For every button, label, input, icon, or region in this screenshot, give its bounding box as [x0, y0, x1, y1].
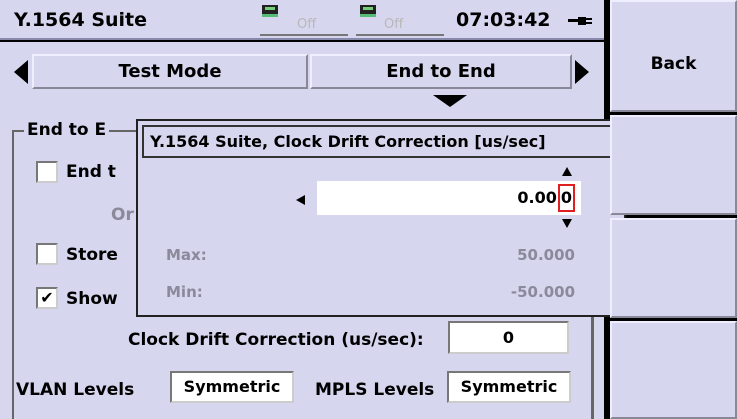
dialog-title: Y.1564 Suite, Clock Drift Correction [us… — [142, 125, 622, 158]
power-plug-icon — [568, 17, 594, 25]
store-label: Store — [66, 245, 118, 265]
softkey-2[interactable] — [610, 115, 737, 215]
test-mode-row: Test Mode End to End — [0, 42, 604, 112]
end-to-end-label: End t — [66, 162, 116, 182]
min-value: -50.000 — [510, 283, 575, 301]
value-text: 0.00 — [517, 188, 557, 207]
port2-status: Off — [384, 17, 404, 32]
clock-drift-field[interactable]: 0 — [448, 321, 569, 354]
vlan-levels-label: VLAN Levels — [16, 380, 135, 400]
cursor-digit[interactable]: 0 — [557, 184, 575, 212]
vlan-levels-field[interactable]: Symmetric — [170, 371, 294, 403]
port1-underline — [260, 34, 348, 36]
next-arrow-icon[interactable] — [575, 60, 589, 84]
or-label: Or — [111, 205, 134, 225]
mpls-levels-label: MPLS Levels — [315, 380, 435, 400]
clock: 07:03:42 — [456, 9, 551, 31]
max-value: 50.000 — [517, 246, 575, 264]
softkey-3[interactable] — [610, 218, 737, 318]
show-checkbox[interactable]: ✔ — [36, 287, 58, 309]
app-title: Y.1564 Suite — [14, 9, 148, 31]
port1-led-icon — [262, 5, 278, 17]
show-label: Show — [66, 289, 118, 309]
end-to-end-checkbox[interactable] — [36, 161, 58, 183]
decrement-arrow-icon[interactable] — [562, 219, 572, 228]
max-label: Max: — [166, 246, 207, 264]
caret-down-icon — [433, 95, 467, 107]
store-checkbox[interactable] — [36, 243, 58, 265]
port1-status: Off — [297, 17, 317, 32]
softkey-4[interactable] — [610, 321, 737, 419]
mpls-levels-field[interactable]: Symmetric — [447, 371, 571, 403]
port2-underline — [356, 34, 444, 36]
clock-drift-dialog: Y.1564 Suite, Clock Drift Correction [us… — [136, 119, 626, 317]
clock-drift-label: Clock Drift Correction (us/sec): — [128, 330, 424, 350]
group-title: End to E — [24, 120, 110, 140]
min-label: Min: — [166, 283, 203, 301]
value-editor[interactable]: 0.00 0 — [317, 181, 581, 215]
cursor-left-arrow-icon[interactable] — [296, 195, 305, 205]
test-mode-value[interactable]: End to End — [310, 54, 572, 89]
prev-arrow-icon[interactable] — [14, 60, 28, 84]
port2-led-icon — [360, 5, 376, 17]
back-button[interactable]: Back — [610, 0, 737, 112]
increment-arrow-icon[interactable] — [562, 167, 572, 176]
test-mode-label: Test Mode — [32, 54, 308, 89]
status-header: Y.1564 Suite Off Off 07:03:42 — [0, 0, 604, 40]
